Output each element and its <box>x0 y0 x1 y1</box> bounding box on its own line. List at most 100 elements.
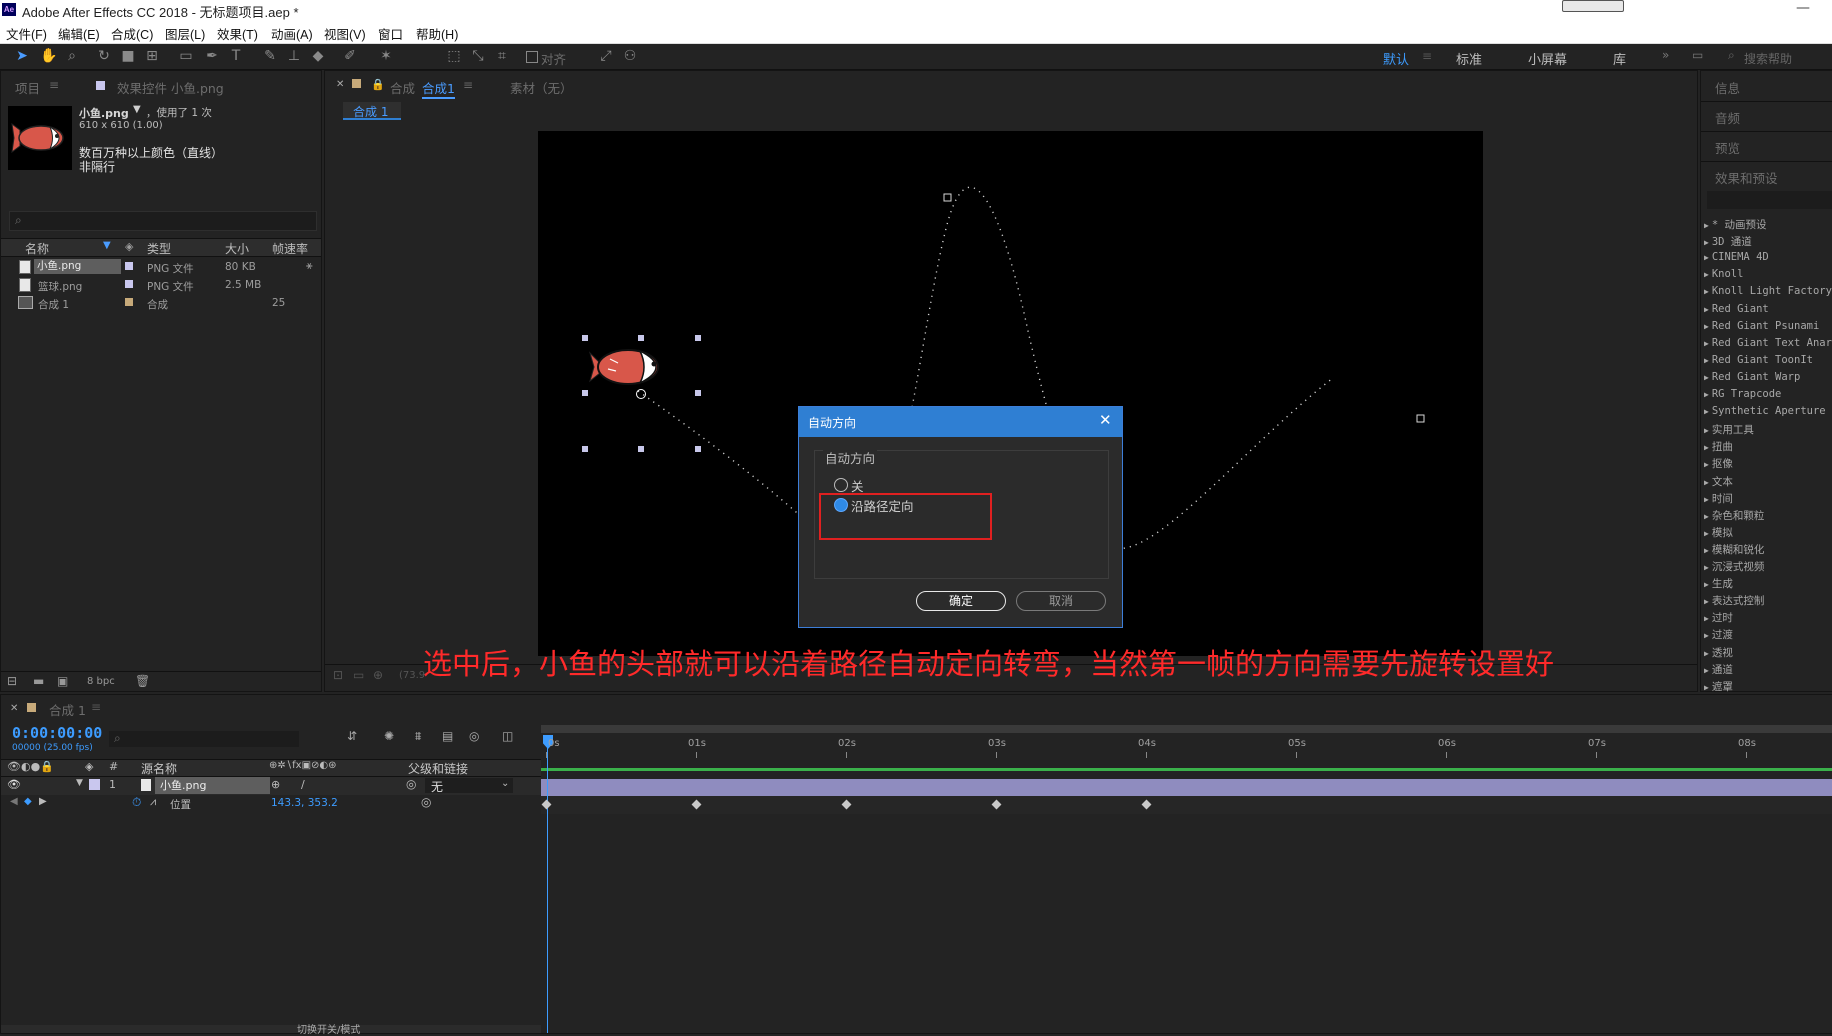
camera-tool-icon[interactable]: ■ <box>120 48 136 64</box>
col-parent[interactable]: 父级和链接 <box>408 760 468 777</box>
expand-arrow-icon[interactable]: ▼ <box>76 778 83 788</box>
shy-switch-icon[interactable]: ⊕ <box>271 778 280 791</box>
selection-tool-icon[interactable]: ➤ <box>14 48 30 64</box>
delete-icon[interactable]: 🗑 <box>135 674 150 688</box>
effects-category-item[interactable]: RG Trapcode <box>1704 388 1782 400</box>
layer-handle[interactable] <box>638 446 644 452</box>
layer-handle[interactable] <box>695 390 701 396</box>
timeline-tab[interactable]: 合成 1 <box>49 700 86 719</box>
label-icon[interactable]: ◈ <box>85 760 93 773</box>
toggle-switches-modes[interactable]: 切换开关/模式 <box>297 1021 360 1036</box>
effects-presets-section[interactable]: 效果和预设 <box>1701 161 1832 189</box>
effects-category-item[interactable]: 透视 <box>1704 645 1733 660</box>
track-area[interactable] <box>541 725 1832 1025</box>
frame-blending-icon[interactable]: ▤ <box>442 729 453 743</box>
snap-icon[interactable]: ⤢ <box>598 48 614 64</box>
label-swatch[interactable] <box>125 280 133 288</box>
eraser-tool-icon[interactable]: ◆ <box>310 48 326 64</box>
audio-section[interactable]: 音频 <box>1701 101 1832 132</box>
graph-icon[interactable]: ⩘ <box>150 795 156 809</box>
ok-button[interactable]: 确定 <box>916 591 1006 611</box>
work-area-bar[interactable] <box>541 725 1832 733</box>
menu-window[interactable]: 窗口 <box>378 24 403 43</box>
property-row[interactable]: ◀ ◆ ▶ ⏱ ⩘ 位置 143.3, 353.2 ◎ <box>1 795 541 813</box>
effects-category-item[interactable]: Knoll Light Factory <box>1704 285 1832 297</box>
tab-footage[interactable]: 素材（无） <box>510 78 573 97</box>
hand-tool-icon[interactable]: ✋ <box>40 48 57 64</box>
layer-name[interactable]: 小鱼.png <box>155 777 270 794</box>
timeline-search-input[interactable]: ⌕ <box>109 731 299 747</box>
effects-category-item[interactable]: Knoll <box>1704 268 1744 280</box>
visibility-eye-icon[interactable]: 👁 <box>7 778 21 791</box>
menu-view[interactable]: 视图(V) <box>324 24 366 43</box>
layer-label-swatch[interactable] <box>89 779 100 790</box>
next-keyframe-icon[interactable]: ▶ <box>39 796 47 807</box>
world-axis-icon[interactable]: ⤡ <box>470 48 486 64</box>
zoom-tool-icon[interactable]: ⌕ <box>64 48 80 64</box>
menu-layer[interactable]: 图层(L) <box>165 24 205 43</box>
effects-category-item[interactable]: 抠像 <box>1704 456 1733 471</box>
roto-brush-tool-icon[interactable]: ✐ <box>342 48 358 64</box>
parent-select[interactable]: 无 ⌄ <box>425 778 513 794</box>
layer-handle[interactable] <box>582 390 588 396</box>
workspace-menu-icon[interactable]: ≡ <box>1422 49 1432 63</box>
col-size[interactable]: 大小 <box>225 240 249 257</box>
new-folder-icon[interactable]: ▬ <box>33 674 44 688</box>
switches-icon[interactable]: ⊕✲∖fx▣⊘◐⊛ <box>269 760 337 771</box>
col-name[interactable]: 名称 <box>25 240 49 257</box>
effects-category-item[interactable]: 3D 通道 <box>1704 234 1752 249</box>
close-timeline-icon[interactable]: ✕ <box>10 703 18 714</box>
effects-search-input[interactable] <box>1707 191 1832 209</box>
bit-depth[interactable]: 8 bpc <box>87 676 115 687</box>
effects-category-item[interactable]: 过时 <box>1704 610 1733 625</box>
project-row[interactable]: 小鱼.png PNG 文件 80 KB ⚹ <box>1 259 321 276</box>
interpret-footage-icon[interactable]: ⊟ <box>7 674 17 688</box>
close-tab-icon[interactable]: ✕ <box>336 79 344 90</box>
workspace-library[interactable]: 库 <box>1613 49 1626 68</box>
brush-tool-icon[interactable]: ✎ <box>262 48 278 64</box>
chevron-down-icon[interactable]: ⌄ <box>501 778 509 789</box>
stopwatch-icon[interactable]: ⏱ <box>132 795 141 810</box>
effects-category-item[interactable]: Red Giant <box>1704 303 1769 315</box>
cancel-button[interactable]: 取消 <box>1016 591 1106 611</box>
effects-category-item[interactable]: 生成 <box>1704 576 1733 591</box>
zoom-level[interactable]: (73.9 <box>399 670 425 681</box>
project-search-input[interactable]: ⌕ <box>9 211 317 231</box>
new-composition-icon[interactable]: ▣ <box>57 674 68 688</box>
info-section[interactable]: 信息 <box>1701 71 1832 102</box>
align-checkbox[interactable] <box>526 51 538 63</box>
menu-edit[interactable]: 编辑(E) <box>58 24 100 43</box>
pan-behind-tool-icon[interactable]: ⊞ <box>144 48 160 64</box>
layer-handle[interactable] <box>582 446 588 452</box>
timeline-menu-icon[interactable]: ≡ <box>91 700 101 714</box>
av-features-icon[interactable]: 👁◐●🔒 <box>7 760 54 773</box>
flowchart-icon[interactable]: ⚹ <box>306 259 313 273</box>
pick-whip-icon[interactable]: ◎ <box>406 777 416 791</box>
graph-editor-icon[interactable]: ◫ <box>502 729 513 743</box>
workspace-default[interactable]: 默认 <box>1383 49 1409 68</box>
layer-handle[interactable] <box>695 446 701 452</box>
tab-composition[interactable]: 合成1 <box>422 78 455 99</box>
sort-arrow-icon[interactable]: ▼ <box>103 240 111 251</box>
more-workspaces-icon[interactable]: » <box>1662 48 1669 62</box>
label-tag-icon[interactable]: ◈ <box>125 240 133 253</box>
search-help-input[interactable]: 搜索帮助 <box>1744 50 1792 67</box>
effects-category-item[interactable]: Red Giant Psunami <box>1704 320 1819 332</box>
effects-category-item[interactable]: Red Giant ToonIt <box>1704 354 1813 366</box>
layer-row[interactable]: 👁 ▼ 1 小鱼.png ⊕ ∕ ◎ 无 ⌄ <box>1 777 541 795</box>
label-swatch[interactable] <box>125 262 133 270</box>
effects-category-item[interactable]: 模糊和锐化 <box>1704 542 1765 557</box>
effects-category-item[interactable]: 文本 <box>1704 474 1733 489</box>
comp-flowchart-icon[interactable]: ⇵ <box>347 729 357 743</box>
playhead-line[interactable] <box>547 747 548 1033</box>
guides-icon[interactable]: ⊕ <box>373 668 383 682</box>
effects-category-item[interactable]: 杂色和颗粒 <box>1704 508 1765 523</box>
tab-composition-prefix[interactable]: 合成 <box>390 78 415 97</box>
effects-category-item[interactable]: 时间 <box>1704 491 1733 506</box>
prev-keyframe-icon[interactable]: ◀ <box>10 796 18 807</box>
item-dropdown-icon[interactable]: ▼ <box>133 104 141 115</box>
effects-category-item[interactable]: Red Giant Warp <box>1704 371 1801 383</box>
tab-project[interactable]: 项目 <box>15 78 40 97</box>
monitor-icon[interactable]: ▭ <box>353 668 364 682</box>
effects-category-item[interactable]: 扭曲 <box>1704 439 1733 454</box>
